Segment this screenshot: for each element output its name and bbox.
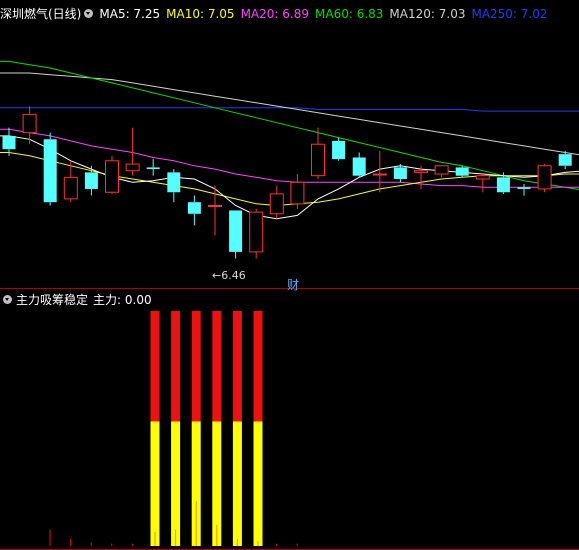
ma-legend-item: MA60: 6.83 <box>315 7 384 21</box>
candle-body-down <box>455 167 469 176</box>
candle-body-down <box>167 172 181 193</box>
indicator-red-bar <box>171 311 181 422</box>
ma-legend-item: MA20: 6.89 <box>240 7 309 21</box>
candle-body-down <box>2 135 16 150</box>
indicator-red-bar <box>150 311 160 422</box>
ma-legend-item: MA250: 7.02 <box>471 7 548 21</box>
candle-body-down <box>84 172 98 189</box>
dropdown-circle-icon[interactable] <box>84 9 94 18</box>
candle-body-down <box>43 139 57 203</box>
candle-body-up <box>290 181 305 205</box>
main-chart-header: 深圳燃气(日线) MA5: 7.25 MA10: 7.05 MA20: 6.89 MA6… <box>0 6 560 22</box>
indicator-yellow-bar <box>171 421 181 546</box>
candle-body-up <box>208 205 222 207</box>
indicator-yellow-bar <box>253 421 263 546</box>
candle-body-up <box>249 211 264 253</box>
ma-line-ma120 <box>0 72 579 163</box>
candle-body-up <box>311 143 325 177</box>
stock-chart-canvas <box>0 60 579 550</box>
candle-body-up <box>269 193 284 215</box>
candle-body-up <box>414 170 428 173</box>
candle-body-up <box>105 160 119 193</box>
indicator-yellow-bar <box>232 421 242 546</box>
indicator-red-bar <box>253 311 263 422</box>
indicator-red-bar <box>212 311 222 422</box>
candle-body-up <box>63 176 78 200</box>
candle-body-down <box>558 154 572 166</box>
ma-legend-item: MA5: 7.25 <box>99 7 161 21</box>
candle-body-up <box>537 165 552 190</box>
candle-body-up <box>22 113 37 134</box>
indicator-yellow-bar <box>150 421 160 546</box>
low-price-label: ←6.46 <box>212 269 246 282</box>
candle-body-down <box>229 210 243 252</box>
candle-body-down <box>146 167 160 170</box>
ma-legend-item: MA10: 7.05 <box>166 7 235 21</box>
ma-legend-item: MA120: 7.03 <box>389 7 466 21</box>
ma-legend: MA5: 7.25 MA10: 7.05 MA20: 6.89 MA60: 6.83 M… <box>99 7 553 21</box>
candle-body-down <box>187 202 201 214</box>
dropdown-circle-icon[interactable] <box>3 295 12 304</box>
candle-body-up <box>475 175 490 180</box>
indicator-red-bar <box>191 311 201 422</box>
candle-body-down <box>496 177 510 193</box>
indicator-title: 主力吸筹稳定 <box>16 293 89 307</box>
candle-body-up <box>434 165 449 175</box>
candle-body-down <box>332 140 346 160</box>
candle-body-down <box>517 187 531 189</box>
indicator-value: 主力: 0.00 <box>93 293 152 307</box>
indicator-header: 主力吸筹稳定 主力: 0.00 <box>0 292 158 308</box>
finance-event-badge[interactable]: 财 <box>287 276 299 293</box>
candle-body-down <box>352 157 366 176</box>
candle-body-down <box>393 167 407 179</box>
indicator-red-bar <box>232 311 242 422</box>
candle-body-up <box>372 173 387 176</box>
stock-title: 深圳燃气(日线) <box>0 7 82 21</box>
candle-body-up <box>125 163 140 172</box>
